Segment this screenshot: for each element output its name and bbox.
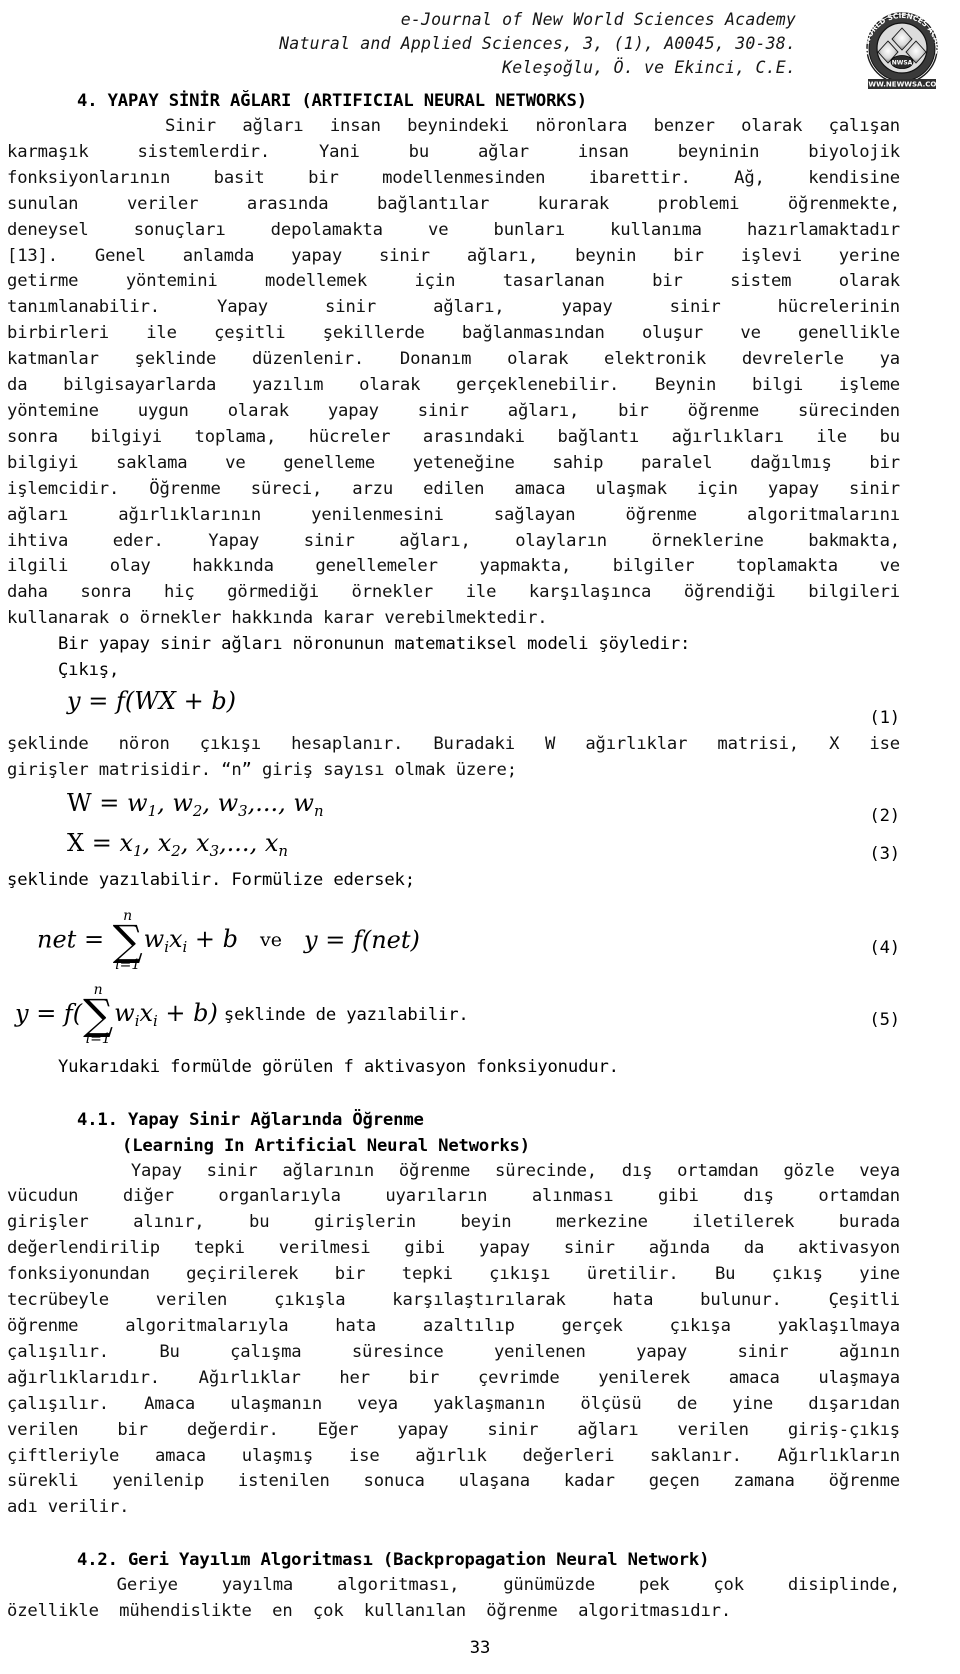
heading-section-4: 4. YAPAY SİNİR AĞLARI (ARTIFICIAL NEURAL… [77,91,587,111]
equation-5: y = f(n ∑ i=1 wixi + b) [15,981,218,1047]
eq1-expression: (WX + b) [124,686,237,715]
equation-1-row: y = f(WX + b) (1) [7,684,900,732]
running-header: e-Journal of New World Sciences Academy … [0,8,960,89]
text-line: verilen bir değerdir. Eğer yapay sinir a… [7,1419,900,1440]
text-line: da bilgisayarlarda yazılım olarak gerçek… [7,375,900,396]
text-line: çalışılır. Amaca ulaşmanın veya yaklaşma… [7,1393,900,1414]
sum-lower-limit: i=1 [85,1030,111,1047]
text-line: öğrenme algoritmalarıyla hata azaltılıp … [7,1316,900,1336]
header-journal-title: e-Journal of New World Sciences Academy [400,10,796,29]
equation-1-number: (1) [869,707,900,728]
text-line: bilgiyi saklama ve genelleme yeteneğine … [7,452,900,473]
equation-3-number: (3) [869,843,900,864]
text-line: değerlendirilip tepki verilmesi gibi yap… [7,1238,900,1259]
equation-3: X = x1, x2, x3,..., xn [67,828,288,860]
text-line: sürekli yenilenip istenilen sonuca ulaşa… [7,1471,900,1492]
eq5-tail-text: şeklinde de yazılabilir. [223,1004,469,1025]
document-page: e-Journal of New World Sciences Academy … [0,0,960,1674]
eq4-lhs: net [37,925,77,954]
equation-4-number: (4) [869,937,900,958]
eq1-lhs: y [67,686,81,715]
line-model-intro: Bir yapay sinir ağları nöronunun matemat… [7,634,691,655]
text-line: yöntemine uygun olarak yapay sinir ağlar… [7,400,900,421]
text-line: işlemcidir. Öğrenme süreci, arzu edilen … [7,478,900,499]
eq5-summand: wixi + b) [114,999,218,1030]
text-line: ilgili olay hakkında genellemeler yapmak… [7,556,900,577]
text-line: kullanarak o örnekler hakkında karar ver… [7,608,548,629]
header-issue-info: Natural and Applied Sciences, 3, (1), A0… [279,34,796,53]
text-line: ağları ağırlıklarının yenilenmesini sağl… [7,504,900,525]
text-line: ihtiva eder. Yapay sinir ağları, olaylar… [7,530,900,551]
equation-5-number: (5) [869,1009,900,1030]
text-line: getirme yöntemini modellemek için tasarl… [7,271,900,292]
text-line: Geriye yayılma algoritması, günümüzde pe… [7,1575,900,1596]
text-line: katmanlar şeklinde düzenlenir. Donanım o… [7,349,900,370]
sigma-icon: ∑ [112,915,143,965]
eq4-conjunction: ve [260,928,283,951]
paragraph-intro: Sinir ağları insan beynindeki nöronlara … [7,114,900,632]
equation-3-row: X = x1, x2, x3,..., xn (3) [7,828,900,868]
text-line: girişler alınır, bu girişlerin beyin mer… [7,1212,900,1233]
text-line: Yapay sinir ağlarının öğrenme sürecinde,… [7,1160,900,1181]
text-line: fonksiyonlarının basit bir modellenmesin… [7,167,900,188]
text-line: daha sonra hiç görmediği örnekler ile ka… [7,582,900,603]
text-line: girişler matrisidir. “n” giriş sayısı ol… [7,759,517,780]
line-cikis-label: Çıkış, [7,660,120,681]
page-number: 33 [469,1638,491,1658]
equation-2-row: W = w1, w2, w3,..., wn (2) [7,784,900,830]
text-line: adı verilir. [7,1497,130,1518]
header-citation-block: e-Journal of New World Sciences Academy … [279,8,796,80]
text-line: sonra bilgiyi toplama, hücreler arasında… [7,426,900,447]
equation-1: y = f(WX + b) [67,688,236,714]
paragraph-learning: Yapay sinir ağlarının öğrenme sürecinde,… [7,1159,900,1522]
header-authors: Keleşoğlu, Ö. ve Ekinci, C.E. [502,58,796,77]
text-line: çalışılır. Bu çalışma süresince yenilene… [7,1341,900,1362]
equation-4-row: net = n ∑ i=1 wixi + b ve y = f(net) (4) [7,909,900,983]
eq1-equals: = [80,686,116,715]
line-activation-note: Yukarıdaki formülde görülen f aktivasyon… [7,1056,619,1077]
text-line: ağırlıklarıdır. Ağırlıklar her bir çevri… [7,1367,900,1388]
svg-text:NWSA: NWSA [892,60,913,67]
text-line: özellikle mühendislikte en çok kullanıla… [7,1601,732,1622]
eq1-function: f [115,686,125,715]
heading-section-4-2: 4.2. Geri Yayılım Algoritması (Backpropa… [77,1550,710,1571]
heading-section-4-1-tr: 4.1. Yapay Sinir Ağlarında Öğrenme [77,1109,424,1130]
text-line: şeklinde nöron çıkışı hesaplanır. Burada… [7,733,900,754]
line-formulize: şeklinde yazılabilir. Formülize edersek; [7,869,415,890]
eq4-rhs: y = f(net) [304,926,420,955]
equation-2-number: (2) [869,805,900,826]
document-body: 4. YAPAY SİNİR AĞLARI (ARTIFICIAL NEURAL… [7,88,900,1625]
paragraph-after-eq1: şeklinde nöron çıkışı hesaplanır. Burada… [7,732,900,784]
text-line: tecrübeyle verilen çıkışla karşılaştırıl… [7,1290,900,1311]
sum-lower-limit: i=1 [115,956,141,973]
text-line: tanımlanabilir. Yapay sinir ağları, yapa… [7,297,900,318]
sigma-icon: ∑ [83,989,114,1039]
text-line: sunulan veriler arasında bağlantılar kur… [7,193,900,214]
text-line: Sinir ağları insan beynindeki nöronlara … [7,116,900,136]
summation-symbol: n ∑ i=1 [83,983,113,1047]
text-line: çiftleriyle amaca ulaşmış ise ağırlık de… [7,1445,900,1466]
paragraph-backprop: Geriye yayılma algoritması, günümüzde pe… [7,1573,900,1625]
text-line: karmaşık sistemlerdir. Yani bu ağlar ins… [7,141,900,162]
text-line: fonksiyonundan geçirilerek bir tepki çık… [7,1264,900,1285]
text-line: birbirleri ile çeşitli şekillerde bağlan… [7,323,900,344]
text-line: vücudun diğer organlarıyla uyarıların al… [7,1186,900,1207]
eq4-summand: wixi + b [143,925,239,956]
equation-5-row: y = f(n ∑ i=1 wixi + b) şeklinde de yazılab… [7,983,900,1055]
text-line: deneysel sonuçları depolamakta ve bunlar… [7,219,900,240]
equation-2: W = w1, w2, w3,..., wn [67,788,324,820]
newwsa-logo: NEW WORLD SCIENCES ACADEMY • • • NWSA WW… [854,10,950,90]
equation-4: net = n ∑ i=1 wixi + b [37,907,239,973]
text-line: [13]. Genel anlamda yapay sinir ağları, … [7,245,900,266]
heading-section-4-1-en: (Learning In Artificial Neural Networks) [122,1135,530,1156]
summation-symbol: n ∑ i=1 [113,909,143,973]
